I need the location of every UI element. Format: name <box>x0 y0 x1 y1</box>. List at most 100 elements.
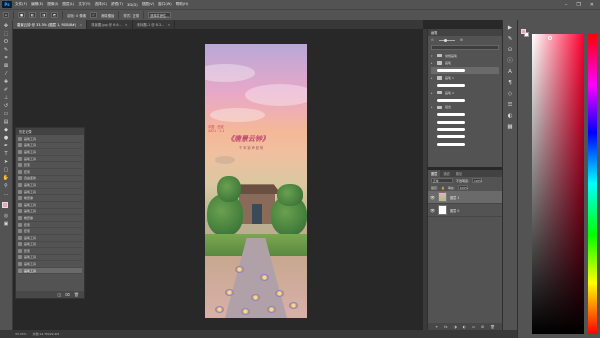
quick-mask-icon[interactable]: ◎ <box>3 213 10 219</box>
adjustment-icon[interactable]: ◐ <box>463 325 466 329</box>
close-icon[interactable]: ✕ <box>590 2 594 8</box>
document-info[interactable]: 文档:14.7M/29.4M <box>32 332 59 336</box>
history-item[interactable]: 画笔工具 <box>18 255 82 262</box>
brush-settings-icon[interactable]: ✎ <box>506 35 515 43</box>
brush-settings-icon[interactable]: ⚙ <box>460 38 463 42</box>
history-item[interactable]: 画笔工具 <box>18 156 82 163</box>
properties-icon[interactable]: ☰ <box>506 101 515 109</box>
zoom-tool-icon[interactable]: ⚲ <box>3 183 10 189</box>
history-item[interactable]: 画笔工具 <box>18 202 82 209</box>
move-tool-icon[interactable]: ✥ <box>3 23 10 29</box>
menu-type[interactable]: 文字(Y) <box>78 2 90 7</box>
history-item[interactable]: 画笔工具 <box>18 242 82 249</box>
zoom-level[interactable]: 33.33% <box>15 332 26 336</box>
brush-preset[interactable] <box>431 126 499 133</box>
tab-document-1[interactable]: 唐景云钟 @ 33.3% (图层 1, RGB/8#) × <box>13 20 88 29</box>
new-layer-icon[interactable]: ⊞ <box>481 325 484 329</box>
history-item[interactable]: 橡皮擦 <box>18 195 82 202</box>
paragraph-icon[interactable]: ¶ <box>506 79 515 87</box>
screen-mode-icon[interactable]: ▣ <box>3 221 10 227</box>
menu-file[interactable]: 文件(F) <box>15 2 27 7</box>
history-item[interactable]: 套索 <box>18 162 82 169</box>
trash-icon[interactable]: 🗑 <box>74 292 79 297</box>
pen-tool-icon[interactable]: ✒ <box>3 143 10 149</box>
type-tool-icon[interactable]: T <box>3 151 10 157</box>
add-selection-icon[interactable]: ◧ <box>29 12 37 18</box>
history-item[interactable]: 画笔工具 <box>18 136 82 143</box>
menu-help[interactable]: 帮助(H) <box>176 2 189 7</box>
clone-source-icon[interactable]: ⊙ <box>506 46 515 54</box>
menu-edit[interactable]: 编辑(E) <box>31 2 43 7</box>
tab-channels[interactable]: 通道 <box>440 170 452 177</box>
history-item[interactable]: 画笔工具 <box>18 182 82 189</box>
crop-tool-icon[interactable]: ⌗ <box>3 55 10 61</box>
lasso-tool-icon[interactable]: ʘ <box>3 39 10 45</box>
character-icon[interactable]: A <box>506 68 515 76</box>
feather-field[interactable]: 羽化: 0 像素 <box>67 13 86 18</box>
history-item[interactable]: 画笔工具 <box>18 267 82 275</box>
foreground-color[interactable] <box>521 29 526 34</box>
home-icon[interactable]: ⌂ <box>3 12 10 18</box>
menu-layer[interactable]: 图层(L) <box>62 2 74 7</box>
history-item[interactable]: 套索 <box>18 228 82 235</box>
lock-icon[interactable]: 🔒 <box>441 186 445 190</box>
brush-preset[interactable] <box>431 82 499 89</box>
fill-input[interactable]: 100% <box>457 185 468 190</box>
history-item[interactable]: 画笔工具 <box>18 209 82 216</box>
chevron-right-icon[interactable]: ▸ <box>431 76 434 80</box>
info-icon[interactable]: ⓘ <box>506 57 515 65</box>
eye-icon[interactable]: 👁 <box>430 195 435 200</box>
link-icon[interactable]: ⚭ <box>435 325 438 329</box>
fx-icon[interactable]: fx <box>444 325 447 329</box>
brush-group-header[interactable]: ▾ 常规画笔 <box>431 52 499 59</box>
play-icon[interactable]: ▶ <box>506 24 515 32</box>
color-swatches[interactable] <box>1 202 11 211</box>
glyph-icon[interactable]: ◇ <box>506 90 515 98</box>
eyedropper-icon[interactable]: ⁄ <box>3 71 10 77</box>
tab-layers[interactable]: 图层 <box>428 170 441 177</box>
dodge-icon[interactable]: ● <box>3 135 10 141</box>
menu-window[interactable]: 窗口(W) <box>158 2 172 7</box>
eye-icon[interactable]: 👁 <box>430 208 435 213</box>
brush-preset[interactable] <box>431 141 499 148</box>
brush-folder[interactable]: ▸ 画笔 <box>431 59 499 66</box>
menu-3d[interactable]: 3D(D) <box>127 3 138 7</box>
hand-tool-icon[interactable]: ✋ <box>3 175 10 181</box>
document-canvas[interactable]: 中国 · 西安 2021 · 1.1 《唐景云钟》 千 年 钟 声 回 响 <box>205 44 307 318</box>
history-item[interactable]: 画笔工具 <box>18 149 82 156</box>
hue-slider[interactable] <box>588 34 597 334</box>
restore-icon[interactable]: ❐ <box>576 2 580 8</box>
brush-preset[interactable] <box>431 119 499 126</box>
new-snapshot-icon[interactable]: ◫ <box>58 292 62 297</box>
tab-close-icon[interactable]: × <box>125 23 128 27</box>
marquee-tool-icon[interactable]: ⬚ <box>3 31 10 37</box>
brush-tool-icon[interactable]: ✐ <box>3 87 10 93</box>
group-icon[interactable]: ▭ <box>472 325 475 329</box>
history-item[interactable]: 套索 <box>18 222 82 229</box>
clone-stamp-icon[interactable]: ⊥ <box>3 95 10 101</box>
layer-row[interactable]: 👁 图层 0 <box>428 204 502 217</box>
minimize-icon[interactable]: – <box>565 2 568 8</box>
brush-preset[interactable] <box>431 66 499 75</box>
tab-close-icon[interactable]: × <box>79 23 82 27</box>
eraser-icon[interactable]: ▭ <box>3 111 10 117</box>
history-item[interactable]: 橡皮擦 <box>18 215 82 222</box>
color-panel-swatches[interactable] <box>521 29 529 37</box>
history-item[interactable]: 画笔工具 <box>18 235 82 242</box>
frame-tool-icon[interactable]: ⊠ <box>3 63 10 69</box>
brush-folder[interactable]: ▸ 画笔 1 <box>431 74 499 81</box>
history-item[interactable]: 画笔工具 <box>18 189 82 196</box>
history-item[interactable]: 画笔工具 <box>18 143 82 150</box>
gradient-icon[interactable]: ▤ <box>3 119 10 125</box>
foreground-color[interactable] <box>1 202 8 208</box>
chevron-right-icon[interactable]: ▸ <box>431 105 434 109</box>
trash-icon[interactable]: 🗑 <box>490 325 495 329</box>
tab-document-3[interactable]: 未标题-1 @ 8.3... × <box>133 20 176 29</box>
blend-mode-select[interactable]: 正常 <box>431 178 453 183</box>
history-item[interactable]: 画笔工具 <box>18 261 82 268</box>
history-item[interactable]: 套索 <box>18 248 82 255</box>
more-tools-icon[interactable]: … <box>3 191 10 197</box>
adjustments-icon[interactable]: ◐ <box>506 112 515 120</box>
antialias-checkbox[interactable]: ✓ <box>90 12 97 18</box>
tab-document-2[interactable]: 背景图.jpg @ 6.6... × <box>87 20 133 29</box>
